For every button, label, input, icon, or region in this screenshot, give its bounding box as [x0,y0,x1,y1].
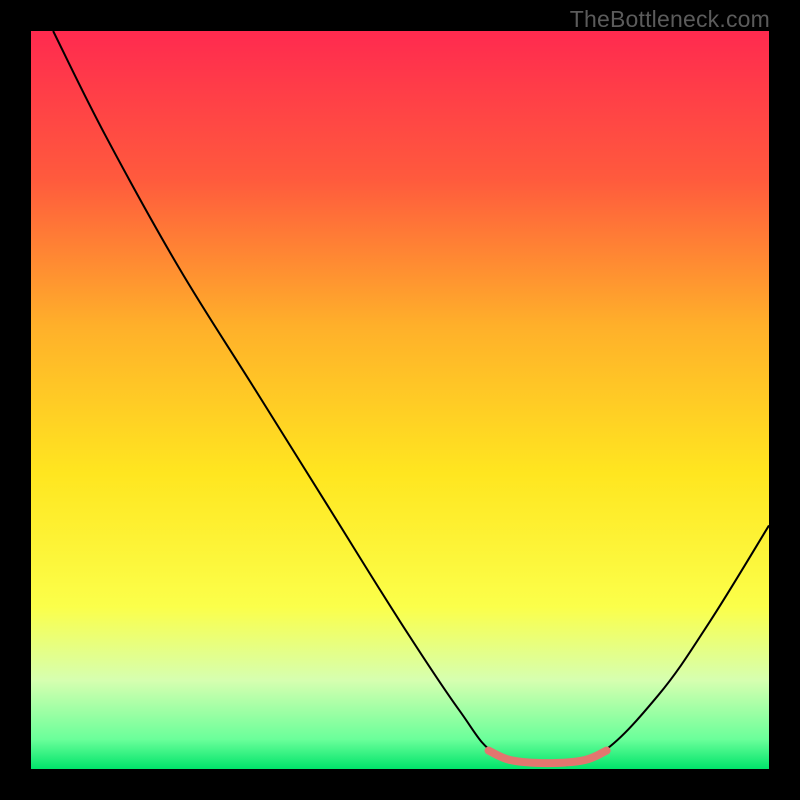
watermark-text: TheBottleneck.com [570,6,770,33]
chart-frame: TheBottleneck.com [0,0,800,800]
chart-background [31,31,769,769]
bottleneck-chart [31,31,769,769]
